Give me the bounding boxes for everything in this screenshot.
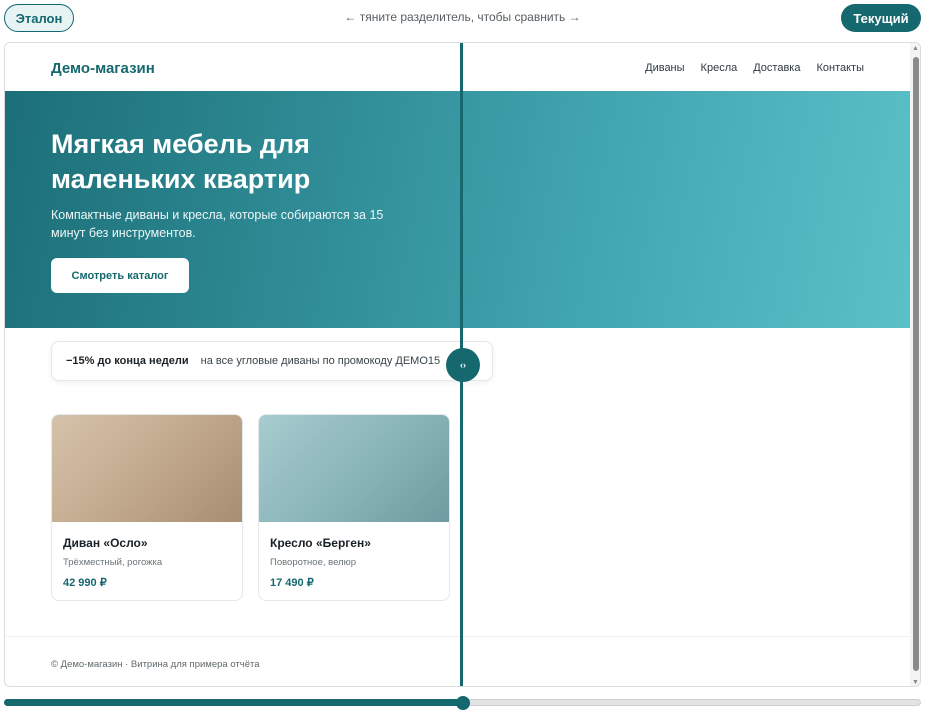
vertical-scrollbar[interactable]: ▲ ▼ [910, 43, 920, 686]
compare-viewport: Демо-магазин Диваны Кресла Доставка Конт… [4, 42, 921, 687]
drag-hint: ← тяните разделитель, чтобы сравнить → [344, 10, 581, 24]
promo-headline: −15% до конца недели [66, 355, 189, 367]
nav-link-armchairs[interactable]: Кресла [701, 62, 738, 74]
nav-link-sofas[interactable]: Диваны [645, 62, 684, 74]
footer-copyright: © Демо-магазин · Витрина для примера отч… [51, 659, 260, 670]
product-title: Кресло «Берген» [270, 536, 371, 550]
site-nav: Диваны Кресла Доставка Контакты [645, 62, 864, 74]
product-price: 42 990 ₽ [63, 577, 107, 589]
promo-text: на все угловые диваны по промокоду ДЕМО1… [200, 355, 441, 367]
slider-thumb[interactable] [455, 696, 470, 710]
product-card[interactable]: Диван «Осло» Трёхместный, рогожка 42 990… [51, 414, 243, 601]
hero-title: Мягкая мебель для маленьких квартир [51, 129, 311, 194]
scroll-down-arrow-icon[interactable]: ▼ [912, 679, 919, 686]
site-logo[interactable]: Демо-магазин [51, 60, 155, 77]
product-title: Диван «Осло» [63, 536, 148, 550]
product-description: Поворотное, велюр [270, 557, 356, 568]
current-tab-button[interactable]: Текущий [841, 4, 921, 32]
product-image [259, 415, 449, 522]
product-price: 17 490 ₽ [270, 577, 314, 589]
nav-link-delivery[interactable]: Доставка [753, 62, 800, 74]
compare-toolbar: Эталон ← тяните разделитель, чтобы сравн… [0, 0, 925, 38]
scroll-up-arrow-icon[interactable]: ▲ [912, 45, 919, 52]
hero-subtitle: Компактные диваны и кресла, которые соби… [51, 208, 384, 240]
site-footer: © Демо-магазин · Витрина для примера отч… [5, 636, 910, 686]
product-card[interactable]: Кресло «Берген» Поворотное, велюр 17 490… [258, 414, 450, 601]
hero-banner: Мягкая мебель для маленьких квартир Комп… [5, 91, 910, 328]
promo-banner: −15% до конца недели на все угловые дива… [51, 341, 493, 381]
product-description: Трёхместный, рогожка [63, 557, 163, 568]
compare-slider[interactable] [4, 696, 921, 710]
nav-link-contacts[interactable]: Контакты [816, 62, 864, 74]
site-header: Демо-магазин Диваны Кресла Доставка Конт… [5, 43, 910, 91]
scrollbar-thumb[interactable] [913, 57, 919, 671]
catalog-button[interactable]: Смотреть каталог [51, 258, 189, 293]
divider-handle-icon[interactable]: ‹› [446, 348, 480, 382]
product-image [52, 415, 242, 522]
slider-fill [4, 699, 463, 706]
